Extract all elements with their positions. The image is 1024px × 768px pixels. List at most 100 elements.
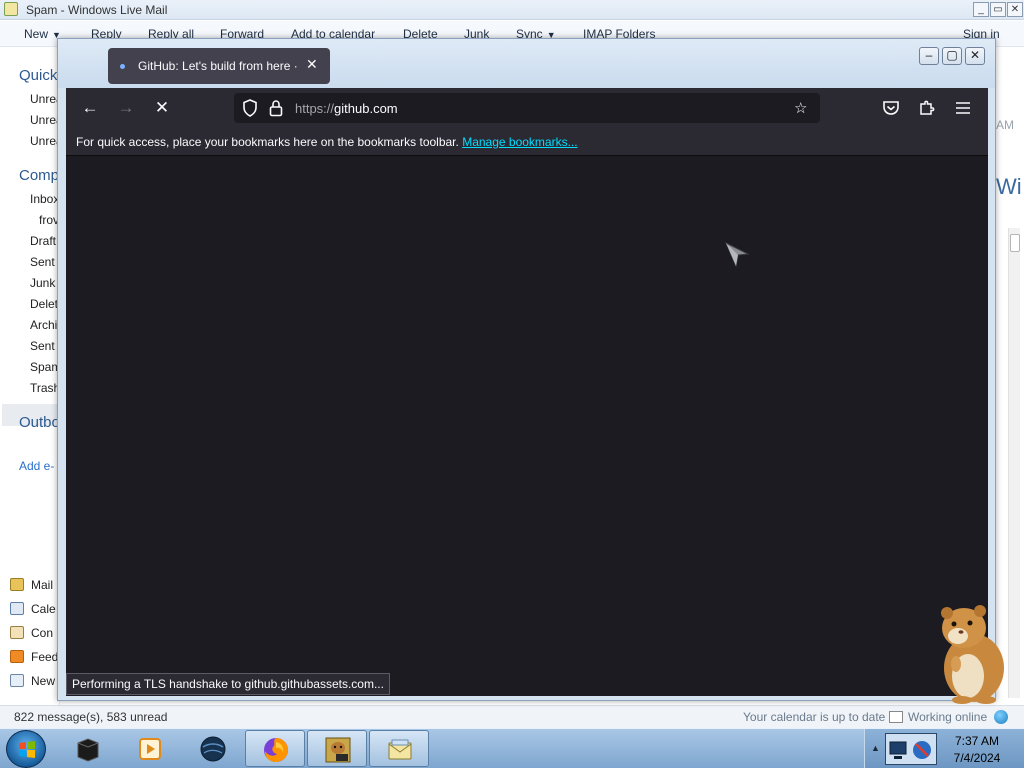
firefox-icon <box>264 738 288 762</box>
rss-feed-icon <box>10 650 24 663</box>
nav-contacts[interactable]: Con <box>10 626 53 640</box>
dark-globe-icon <box>200 736 226 762</box>
pocket-icon[interactable] <box>881 98 901 118</box>
mail-maximize-button[interactable]: ▭ <box>990 2 1006 17</box>
mail-window-title: Spam - Windows Live Mail <box>26 3 168 17</box>
tray-icons-group[interactable] <box>885 733 937 765</box>
start-button[interactable] <box>6 730 46 768</box>
mail-folder-pane: Quick Unrea Unrea Unrea Comp Inbox frov … <box>0 48 60 708</box>
calendar-status: Your calendar is up to date <box>743 710 886 724</box>
stop-loading-icon[interactable]: ✕ <box>150 96 174 120</box>
firefox-main-area: ← → ✕ https://github.com ☆ For quick acc… <box>66 88 988 696</box>
extensions-puzzle-icon[interactable] <box>917 98 937 118</box>
tab-title: GitHub: Let's build from here · G <box>138 59 298 73</box>
hamburger-menu-icon[interactable] <box>953 98 973 118</box>
taskbar-sandbox[interactable] <box>307 730 367 767</box>
nav-mail[interactable]: Mail <box>10 578 53 592</box>
windows-logo-icon <box>19 741 35 758</box>
bookmark-star-icon[interactable]: ☆ <box>794 99 807 117</box>
loading-status-panel: Performing a TLS handshake to github.git… <box>66 673 390 695</box>
firefox-close-button[interactable]: ✕ <box>965 47 985 65</box>
mail-titlebar: Spam - Windows Live Mail _ ▭ ✕ <box>0 0 1024 20</box>
black-box-app-icon <box>77 738 99 762</box>
mail-envelope-icon <box>388 739 412 760</box>
bookmarks-toolbar-hint: For quick access, place your bookmarks h… <box>76 135 578 149</box>
message-count: 822 message(s), 583 unread <box>14 710 168 724</box>
url-text[interactable]: https://github.com <box>295 101 398 116</box>
firefox-window: GitHub: Let's build from here · G ✕ – ▢ … <box>57 38 996 701</box>
mouse-cursor-icon <box>724 241 750 268</box>
taskbar-windows-live-mail[interactable] <box>369 730 429 767</box>
folder-deleted[interactable]: Delet <box>30 297 58 311</box>
bookmarks-toolbar: For quick access, place your bookmarks h… <box>66 128 988 156</box>
taskbar-terminal-app[interactable] <box>58 730 118 767</box>
web-page-content[interactable]: Performing a TLS handshake to github.git… <box>66 156 988 696</box>
nav-newsgroups[interactable]: New <box>10 674 55 688</box>
firefox-maximize-button[interactable]: ▢ <box>942 47 962 65</box>
mail-minimize-button[interactable]: _ <box>973 2 989 17</box>
firefox-tab-strip: GitHub: Let's build from here · G ✕ – ▢ … <box>58 39 995 88</box>
nav-calendar[interactable]: Cale <box>10 602 56 616</box>
loading-dot-icon <box>120 64 125 69</box>
mail-close-button[interactable]: ✕ <box>1007 2 1023 17</box>
folder-sent[interactable]: Sent <box>30 339 55 353</box>
time-fragment: AM <box>996 118 1014 132</box>
folder-drafts[interactable]: Draft <box>30 234 56 248</box>
new-button-label: New <box>24 27 49 41</box>
forward-arrow-icon[interactable]: → <box>114 96 138 120</box>
taskbar-browser-globe[interactable] <box>183 730 243 767</box>
close-tab-icon[interactable]: ✕ <box>306 56 318 73</box>
url-scheme: https:// <box>295 101 335 116</box>
calendar-status-icon <box>889 711 903 723</box>
outbox-heading[interactable]: Outbo <box>19 414 59 431</box>
lock-icon[interactable] <box>269 99 283 117</box>
add-email-account-link[interactable]: Add e- <box>19 459 54 473</box>
taskbar: ▲ 7:37 AM 7/4/2024 <box>0 728 1024 768</box>
folder-archive[interactable]: Archi <box>30 318 57 332</box>
nav-newsgroups-label: New <box>31 674 56 688</box>
nav-calendar-label: Cale <box>31 602 56 616</box>
notification-area: ▲ 7:37 AM 7/4/2024 <box>864 729 1024 768</box>
newsgroups-icon <box>10 674 24 687</box>
folder-subfolder[interactable]: frov <box>39 213 59 227</box>
heading-fragment: Wi <box>996 174 1022 199</box>
nav-feeds[interactable]: Feed <box>10 650 58 664</box>
nav-feeds-label: Feed <box>31 650 59 664</box>
quick-view-item[interactable]: Unrea <box>30 92 59 106</box>
quick-views-heading[interactable]: Quick <box>19 67 57 84</box>
taskbar-media-player[interactable] <box>120 730 180 767</box>
tracking-protection-shield-icon[interactable] <box>242 99 258 117</box>
clock-time[interactable]: 7:37 AM <box>937 734 1017 748</box>
calendar-icon <box>10 602 24 615</box>
firefox-minimize-button[interactable]: – <box>919 47 939 65</box>
url-bar[interactable]: https://github.com ☆ <box>234 93 820 123</box>
mail-icon <box>10 578 24 591</box>
scrollbar-thumb[interactable] <box>1010 234 1020 252</box>
tab-github[interactable]: GitHub: Let's build from here · G ✕ <box>108 48 330 84</box>
network-icon <box>889 741 931 759</box>
folder-inbox[interactable]: Inbox <box>30 192 59 206</box>
hamster-sticker-image <box>941 605 1004 704</box>
folder-spam[interactable]: Spam <box>30 360 59 374</box>
contacts-icon <box>10 626 24 639</box>
account-heading[interactable]: Comp <box>19 167 59 184</box>
back-arrow-icon[interactable]: ← <box>78 96 102 120</box>
nav-mail-label: Mail <box>31 578 54 592</box>
clock-date[interactable]: 7/4/2024 <box>937 751 1017 765</box>
quick-view-item[interactable]: Unrea <box>30 134 59 148</box>
bookmarks-hint-text: For quick access, place your bookmarks h… <box>76 135 459 149</box>
folder-junk[interactable]: Junk <box>30 276 55 290</box>
new-button[interactable]: New ▼ <box>24 27 61 41</box>
globe-icon <box>994 710 1008 724</box>
mail-status-bar: 822 message(s), 583 unread Your calendar… <box>0 705 1024 728</box>
mail-app-icon <box>4 2 18 16</box>
sandbox-hamster-icon <box>325 737 351 763</box>
folder-sent-items[interactable]: Sent I <box>30 255 59 269</box>
url-host: github.com <box>334 101 398 116</box>
show-hidden-icons-arrow-icon[interactable]: ▲ <box>871 743 880 753</box>
online-status: Working online <box>908 710 988 724</box>
taskbar-firefox[interactable] <box>245 730 305 767</box>
manage-bookmarks-link[interactable]: Manage bookmarks... <box>462 135 577 149</box>
quick-view-item[interactable]: Unrea <box>30 113 59 127</box>
folder-trash[interactable]: Trash <box>30 381 59 395</box>
